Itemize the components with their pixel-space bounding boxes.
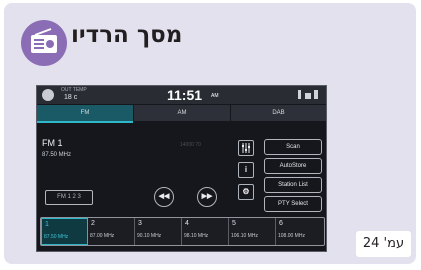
info-icon[interactable]: i bbox=[238, 162, 254, 178]
preset-2[interactable]: 2 87.00 MHz bbox=[88, 218, 135, 245]
clock-ampm: AM bbox=[211, 93, 219, 99]
seek-forward-icon[interactable]: ▶▶ bbox=[197, 187, 217, 207]
station-list-button[interactable]: Station List bbox=[264, 177, 322, 193]
band-tabs: FM AM DAB bbox=[37, 105, 326, 123]
pty-select-button[interactable]: PTY Select bbox=[264, 196, 322, 212]
preset-number: 2 bbox=[91, 220, 95, 227]
page-reference: עמ' 24 bbox=[356, 231, 411, 257]
autostore-button[interactable]: AutoStore bbox=[264, 158, 322, 174]
signal-icon bbox=[305, 93, 311, 99]
outside-temp-value: 18 c bbox=[64, 94, 78, 101]
preset-frequency: 87.00 MHz bbox=[90, 233, 115, 239]
preset-frequency: 87.50 MHz bbox=[44, 234, 69, 240]
radio-screen-card: מסך הרדיו OUT TEMP 18 c 11:51 AM FM AM D… bbox=[4, 3, 416, 264]
seek-back-icon[interactable]: ◀◀ bbox=[154, 187, 174, 207]
clock-time: 11:51 bbox=[167, 87, 203, 103]
station-frequency: 87.50 MHz bbox=[42, 152, 72, 158]
preset-3[interactable]: 3 90.10 MHz bbox=[135, 218, 182, 245]
tab-dab[interactable]: DAB bbox=[231, 105, 326, 121]
home-icon[interactable] bbox=[42, 89, 54, 101]
preset-frequency: 106.10 MHz bbox=[231, 233, 258, 239]
title-row: מסך הרדיו bbox=[21, 20, 401, 66]
band-select-button[interactable]: FM 1 2 3 bbox=[45, 190, 93, 205]
preset-bar: 1 87.50 MHz 2 87.00 MHz 3 90.10 MHz 4 98… bbox=[40, 217, 325, 246]
status-icons bbox=[298, 90, 320, 100]
preset-number: 6 bbox=[279, 220, 283, 227]
gear-icon[interactable]: ⚙ bbox=[238, 184, 254, 200]
status-bar: OUT TEMP 18 c 11:51 AM bbox=[37, 86, 326, 104]
bluetooth-icon bbox=[298, 90, 301, 99]
outside-temp-label: OUT TEMP bbox=[61, 87, 87, 93]
page-title: מסך הרדיו bbox=[71, 22, 183, 48]
preset-number: 3 bbox=[138, 220, 142, 227]
scan-button[interactable]: Scan bbox=[264, 139, 322, 155]
preset-frequency: 98.10 MHz bbox=[184, 233, 209, 239]
station-band: FM 1 bbox=[42, 138, 63, 148]
preset-5[interactable]: 5 106.10 MHz bbox=[229, 218, 276, 245]
preset-frequency: 108.00 MHz bbox=[278, 233, 305, 239]
preset-1[interactable]: 1 87.50 MHz bbox=[41, 218, 88, 245]
preset-number: 4 bbox=[185, 220, 189, 227]
tab-am[interactable]: AM bbox=[134, 105, 230, 121]
preset-4[interactable]: 4 98.10 MHz bbox=[182, 218, 229, 245]
preset-6[interactable]: 6 108.00 MHz bbox=[276, 218, 323, 245]
preset-number: 1 bbox=[45, 221, 49, 228]
radio-icon bbox=[21, 20, 67, 66]
radio-display: OUT TEMP 18 c 11:51 AM FM AM DAB FM 1 87… bbox=[36, 85, 327, 252]
station-info-faint: 14000 70 bbox=[180, 142, 201, 148]
tune-icon[interactable] bbox=[238, 140, 254, 156]
preset-number: 5 bbox=[232, 220, 236, 227]
preset-frequency: 90.10 MHz bbox=[137, 233, 162, 239]
battery-icon bbox=[314, 90, 318, 99]
tab-fm[interactable]: FM bbox=[37, 105, 133, 123]
